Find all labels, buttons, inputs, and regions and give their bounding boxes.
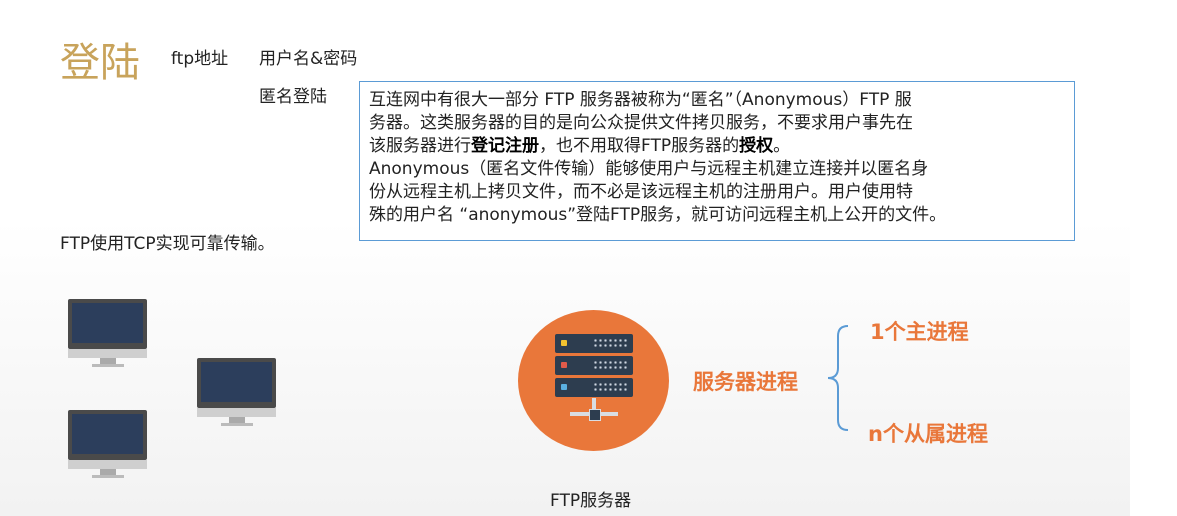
page-title: 登陆 xyxy=(60,40,140,86)
anonymous-ftp-callout: 互连网中有很大一部分 FTP 服务器被称为“匿名”（Anonymous）FTP … xyxy=(359,81,1075,241)
callout-line: 份从远程主机上拷贝文件，而不必是该远程主机的注册用户。用户使用特 xyxy=(369,182,913,202)
callout-line: 务器。这类服务器的目的是向公众提供文件拷贝服务，不要求用户事先在 xyxy=(369,113,913,133)
main-process-label: 1个主进程 xyxy=(870,320,969,344)
callout-line: 该服务器进行登记注册，也不用取得FTP服务器的授权。 xyxy=(369,136,791,156)
anonymous-login-label: 匿名登陆 xyxy=(259,87,327,107)
username-password-label: 用户名&密码 xyxy=(259,49,358,69)
ftp-address-label: ftp地址 xyxy=(171,49,229,69)
ftp-server-caption: FTP服务器 xyxy=(550,491,632,511)
server-rack-icon xyxy=(518,310,669,451)
callout-line: 互连网中有很大一部分 FTP 服务器被称为“匿名”（Anonymous）FTP … xyxy=(369,90,912,110)
server-process-label: 服务器进程 xyxy=(693,370,798,394)
brace-icon xyxy=(827,325,849,431)
tcp-note: FTP使用TCP实现可靠传输。 xyxy=(60,234,275,254)
sub-process-label: n个从属进程 xyxy=(868,422,988,446)
bold-term-registration: 登记注册 xyxy=(471,136,539,156)
right-margin-strip xyxy=(1130,0,1177,516)
callout-line: 殊的用户名 “anonymous”登陆FTP服务，就可访问远程主机上公开的文件。 xyxy=(369,205,947,225)
callout-line: Anonymous（匿名文件传输）能够使用户与远程主机建立连接并以匿名身 xyxy=(369,159,929,179)
bold-term-authorization: 授权 xyxy=(739,136,774,156)
